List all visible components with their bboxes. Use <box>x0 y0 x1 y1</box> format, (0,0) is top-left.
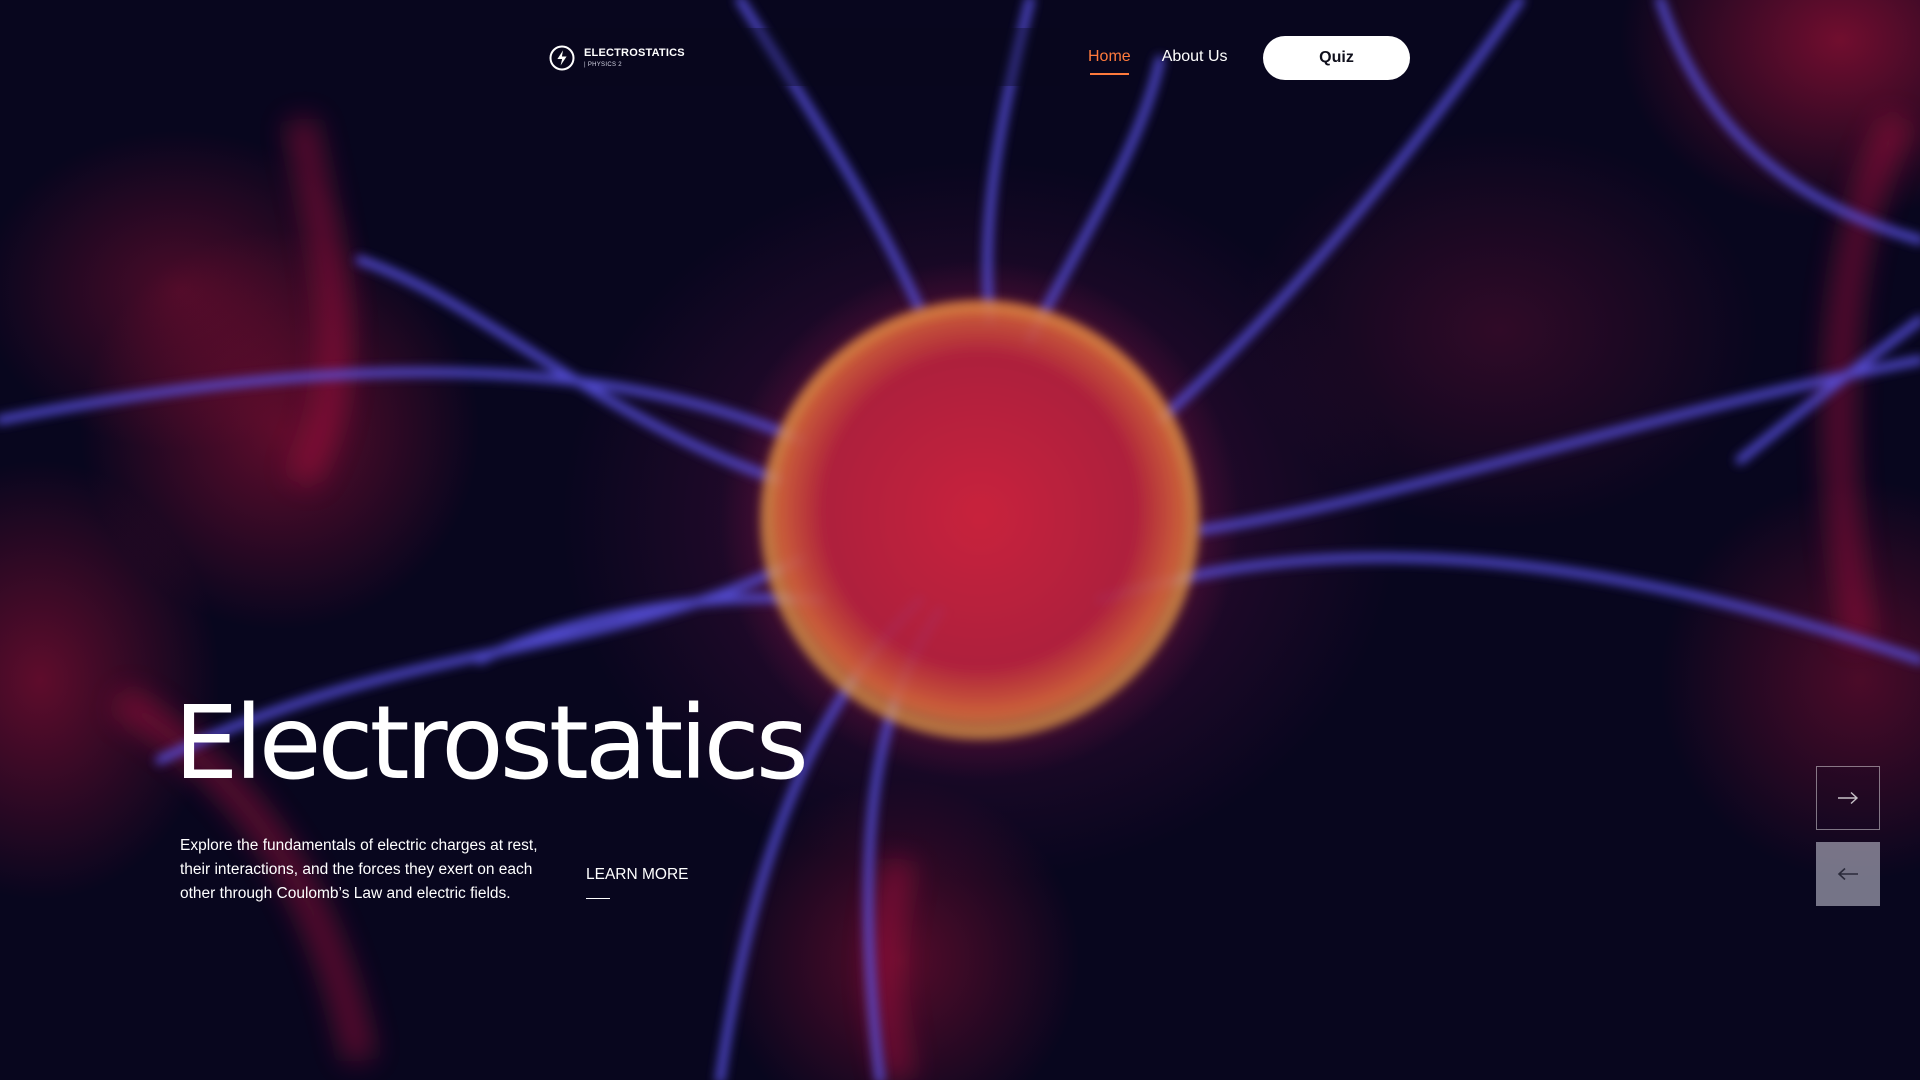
brand-title: ELECTROSTATICS <box>584 47 685 59</box>
nav-home-link[interactable]: Home <box>1088 36 1131 78</box>
lightning-bolt-icon <box>549 45 575 71</box>
hero-description: Explore the fundamentals of electric cha… <box>180 837 538 902</box>
learn-more-underline <box>586 898 610 899</box>
quiz-button[interactable]: Quiz <box>1263 36 1410 80</box>
learn-more-link[interactable]: LEARN MORE <box>586 866 689 884</box>
arrow-left-icon <box>1837 867 1858 881</box>
main-nav: Home About Us <box>1088 36 1228 78</box>
slider-next-button[interactable] <box>1816 766 1880 830</box>
slider-prev-button[interactable] <box>1816 842 1880 906</box>
brand-subtitle: | PHYSICS 2 <box>584 62 622 68</box>
page: ELECTROSTATICS | PHYSICS 2 Home About Us… <box>0 0 1920 1080</box>
nav-about-us-link[interactable]: About Us <box>1162 36 1228 78</box>
hero-title: Electrostatics <box>174 684 809 803</box>
arrow-right-icon <box>1838 791 1859 805</box>
brand-text: ELECTROSTATICS | PHYSICS 2 <box>584 47 685 69</box>
plasma-ball-background <box>0 0 1920 1080</box>
brand-logo[interactable]: ELECTROSTATICS | PHYSICS 2 <box>548 44 685 72</box>
